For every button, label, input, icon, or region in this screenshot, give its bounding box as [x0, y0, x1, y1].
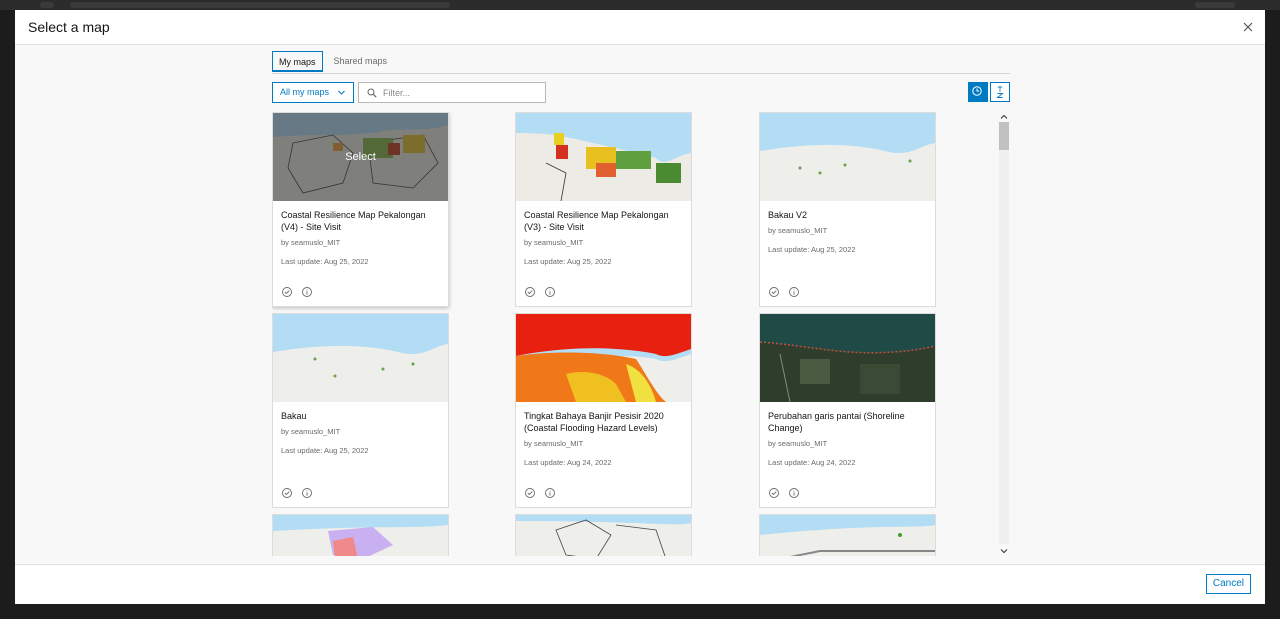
- card-actions: [281, 487, 313, 499]
- card-info: Bakau by seamuslo_MIT Last update: Aug 2…: [273, 402, 448, 507]
- close-icon[interactable]: [1239, 18, 1257, 36]
- map-thumbnail: [516, 515, 691, 556]
- map-thumbnail: [273, 314, 448, 402]
- filter-input[interactable]: [383, 85, 541, 100]
- map-card[interactable]: Coastal Resilience Map Pekalongan (V3) -…: [515, 112, 692, 307]
- dialog-title: Select a map: [28, 19, 110, 35]
- map-thumbnail: [760, 314, 935, 402]
- chevron-down-icon: [338, 90, 345, 95]
- map-card[interactable]: Bakau V2 by seamuslo_MIT Last update: Au…: [759, 112, 936, 307]
- card-info: Bakau V2 by seamuslo_MIT Last update: Au…: [760, 201, 935, 306]
- map-card[interactable]: [515, 514, 692, 556]
- info-icon[interactable]: [788, 286, 800, 298]
- card-updated: Last update: Aug 24, 2022: [524, 458, 612, 467]
- grid-scrollbar[interactable]: [998, 112, 1010, 556]
- card-updated: Last update: Aug 25, 2022: [768, 245, 856, 254]
- card-actions: [281, 286, 313, 298]
- background-app-bar: [0, 0, 1280, 10]
- map-card[interactable]: [759, 514, 936, 556]
- toolbar: All my maps: [272, 74, 1010, 108]
- dialog-body: My maps Shared maps All my maps Filter..…: [15, 45, 1265, 564]
- card-title: Coastal Resilience Map Pekalongan (V4) -…: [281, 210, 426, 232]
- info-icon[interactable]: [301, 487, 313, 499]
- card-updated: Last update: Aug 25, 2022: [281, 446, 369, 455]
- dialog-header: Select a map: [15, 10, 1265, 45]
- card-title: Bakau V2: [768, 210, 808, 220]
- card-actions: [524, 487, 556, 499]
- sort-by-date-button[interactable]: [968, 82, 988, 102]
- search-icon: [367, 88, 377, 98]
- clock-icon: [972, 86, 982, 96]
- dropdown-label: All my maps: [280, 87, 330, 97]
- info-icon[interactable]: [544, 286, 556, 298]
- map-thumbnail: [760, 515, 935, 556]
- map-card[interactable]: Bakau by seamuslo_MIT Last update: Aug 2…: [272, 313, 449, 508]
- scroll-up-icon[interactable]: [999, 112, 1009, 122]
- check-circle-icon[interactable]: [281, 286, 293, 298]
- map-thumbnail: Select: [273, 113, 448, 201]
- sort-az-icon: [996, 86, 1004, 98]
- card-title: Tingkat Bahaya Banjir Pesisir 2020 (Coas…: [524, 411, 664, 433]
- check-circle-icon[interactable]: [524, 286, 536, 298]
- scroll-thumb[interactable]: [999, 122, 1009, 150]
- card-owner: by seamuslo_MIT: [768, 439, 828, 448]
- card-title: Bakau: [281, 411, 307, 421]
- scroll-track[interactable]: [999, 122, 1009, 544]
- tab-my-maps[interactable]: My maps: [272, 51, 323, 72]
- card-info: Perubahan garis pantai (Shoreline Change…: [760, 402, 935, 507]
- card-owner: by seamuslo_MIT: [768, 226, 828, 235]
- select-overlay[interactable]: Select: [273, 113, 448, 201]
- map-thumbnail: [516, 113, 691, 201]
- maps-filter-dropdown[interactable]: All my maps: [272, 82, 354, 103]
- map-thumbnail: [273, 515, 448, 556]
- map-grid: Select Coastal Resilience Map Pekalongan…: [272, 112, 1010, 556]
- check-circle-icon[interactable]: [281, 487, 293, 499]
- card-owner: by seamuslo_MIT: [281, 238, 341, 247]
- card-actions: [768, 487, 800, 499]
- card-updated: Last update: Aug 25, 2022: [524, 257, 612, 266]
- dialog-footer: Cancel: [15, 564, 1265, 604]
- map-card[interactable]: [272, 514, 449, 556]
- map-thumbnail: [760, 113, 935, 201]
- map-card[interactable]: Tingkat Bahaya Banjir Pesisir 2020 (Coas…: [515, 313, 692, 508]
- map-browser: My maps Shared maps All my maps: [272, 51, 1010, 108]
- filter-field: [358, 82, 546, 103]
- scroll-down-icon[interactable]: [999, 546, 1009, 556]
- map-card[interactable]: Select Coastal Resilience Map Pekalongan…: [272, 112, 449, 307]
- card-info: Coastal Resilience Map Pekalongan (V3) -…: [516, 201, 691, 306]
- tab-shared-maps[interactable]: Shared maps: [328, 51, 394, 72]
- select-map-dialog: Select a map My maps Shared maps All my …: [15, 10, 1265, 604]
- card-owner: by seamuslo_MIT: [281, 427, 341, 436]
- card-updated: Last update: Aug 24, 2022: [768, 458, 856, 467]
- map-card[interactable]: Perubahan garis pantai (Shoreline Change…: [759, 313, 936, 508]
- info-icon[interactable]: [544, 487, 556, 499]
- card-owner: by seamuslo_MIT: [524, 238, 584, 247]
- card-title: Coastal Resilience Map Pekalongan (V3) -…: [524, 210, 669, 232]
- card-actions: [524, 286, 556, 298]
- check-circle-icon[interactable]: [768, 487, 780, 499]
- tab-bar: My maps Shared maps: [272, 51, 1010, 74]
- check-circle-icon[interactable]: [768, 286, 780, 298]
- sort-by-title-button[interactable]: [990, 82, 1010, 102]
- card-actions: [768, 286, 800, 298]
- check-circle-icon[interactable]: [524, 487, 536, 499]
- card-updated: Last update: Aug 25, 2022: [281, 257, 369, 266]
- cancel-button[interactable]: Cancel: [1205, 574, 1251, 594]
- info-icon[interactable]: [301, 286, 313, 298]
- card-owner: by seamuslo_MIT: [524, 439, 584, 448]
- card-info: Tingkat Bahaya Banjir Pesisir 2020 (Coas…: [516, 402, 691, 507]
- info-icon[interactable]: [788, 487, 800, 499]
- card-title: Perubahan garis pantai (Shoreline Change…: [768, 411, 905, 433]
- card-info: Coastal Resilience Map Pekalongan (V4) -…: [273, 201, 448, 306]
- map-thumbnail: [516, 314, 691, 402]
